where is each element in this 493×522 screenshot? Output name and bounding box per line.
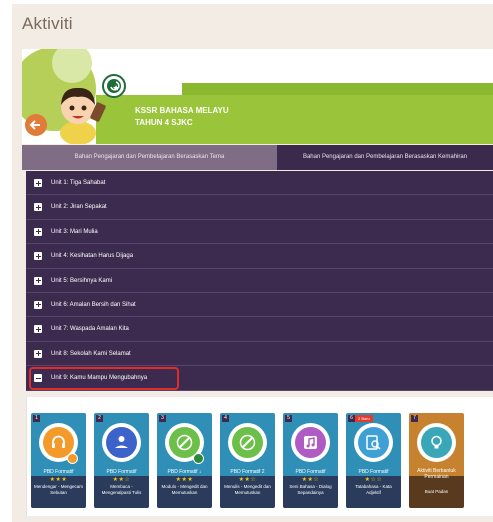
- card-title: Menulis - Mengedit dan Memutuskan: [224, 484, 271, 495]
- card-rating: ★☆☆: [364, 477, 383, 483]
- card-rating: ★★☆: [238, 477, 257, 483]
- unit-list: Unit 1: Tiga Sahabat Unit 2: Jiran Sepak…: [26, 171, 493, 391]
- expand-icon[interactable]: [34, 203, 42, 212]
- unit-row-1[interactable]: Unit 1: Tiga Sahabat: [26, 171, 493, 196]
- card-title: Mendengar - Mengecam Sebutan: [33, 484, 84, 495]
- unit-label: Unit 2: Jiran Sepakat: [51, 204, 107, 211]
- activity-cards: 1 PBD Formatif ★★★ Mendengar - Mengecam …: [26, 397, 493, 516]
- course-subject-title: KSSR BAHASA MELAYU: [135, 106, 229, 115]
- unit-label: Unit 9: Kamu Mampu Mengubahnya: [51, 375, 148, 382]
- card-title: Buat Padan: [424, 489, 449, 494]
- card-type: Aktiviti Berbantuk Permainan: [417, 468, 456, 480]
- course-subject: KSSR BAHASA MELAYU TAHUN 4 SJKC: [135, 105, 229, 129]
- unit-label: Unit 4: Kesihatan Harus Dijaga: [51, 253, 134, 260]
- expand-icon[interactable]: [34, 227, 42, 236]
- expand-icon[interactable]: [34, 349, 42, 358]
- activity-card-1[interactable]: 1 PBD Formatif ★★★ Mendengar - Mengecam …: [31, 413, 86, 508]
- card-icon-ring: [417, 423, 456, 462]
- activity-card-2[interactable]: 2 PBD Formatif ★★☆ Membaca - Mengenalpas…: [94, 413, 149, 508]
- card-icon-ring: [102, 423, 141, 462]
- collapse-icon[interactable]: [34, 374, 42, 383]
- tab-theme-based[interactable]: Bahan Pengajaran dan Pembelajaran Berasa…: [22, 145, 277, 170]
- card-rating: ★★★: [175, 477, 194, 483]
- unit-row-6[interactable]: Unit 6: Amalan Bersih dan Sihat: [26, 292, 493, 318]
- card-number: 2: [96, 415, 103, 422]
- search-doc-icon: [358, 427, 389, 458]
- card-number: 1: [33, 415, 40, 422]
- card-title: Seni Bahasa - Dialog Sepandainya: [289, 484, 332, 495]
- card-title: Membaca - Mengenalpasti Tulis: [101, 484, 142, 495]
- activity-card-4[interactable]: 4 PBD Formatif 2 ★★☆ Menulis - Mengedit …: [220, 413, 275, 508]
- reading-icon: [106, 427, 137, 458]
- audio-sub-icon: [67, 453, 78, 464]
- student-mascot-icon: [48, 81, 108, 144]
- unit-row-3[interactable]: Unit 3: Mari Mulia: [26, 219, 493, 245]
- card-type: PBD Formatif: [43, 469, 74, 475]
- expand-icon[interactable]: [34, 179, 42, 187]
- card-number: 6: [348, 415, 355, 422]
- expand-icon[interactable]: [34, 252, 42, 261]
- card-rating: ★★☆: [301, 477, 320, 483]
- unit-row-4[interactable]: Unit 4: Kesihatan Harus Dijaga: [26, 244, 493, 269]
- expand-icon[interactable]: [34, 300, 42, 309]
- unit-row-2[interactable]: Unit 2: Jiran Sepakat: [26, 195, 493, 220]
- back-arrow-icon[interactable]: [25, 114, 47, 136]
- card-type: PBD Formatif: [106, 469, 137, 475]
- card-title: Tatabahasa - Kata Adjektif: [355, 484, 392, 495]
- card-icon-ring: [354, 423, 393, 462]
- material-tabs: Bahan Pengajaran dan Pembelajaran Berasa…: [22, 145, 493, 170]
- card-type: PBD Formatif: [358, 469, 389, 475]
- lightbulb-icon: [421, 427, 452, 458]
- unit-label: Unit 5: Bersihnya Kami: [51, 277, 113, 284]
- expand-icon[interactable]: [34, 325, 42, 334]
- card-type: PBD Formatif 2: [230, 469, 265, 475]
- unit-label: Unit 1: Tiga Sahabat: [51, 180, 106, 186]
- card-title: Modulo - Mengedit dan Memutuskan: [161, 484, 208, 495]
- unit-label: Unit 6: Amalan Bersih dan Sihat: [51, 301, 136, 308]
- unit-label: Unit 7: Waspada Amalan Kita: [51, 326, 129, 333]
- card-rating: ★★★: [49, 477, 68, 483]
- page-title: Aktiviti: [22, 14, 73, 33]
- unit-row-7[interactable]: Unit 7: Waspada Amalan Kita: [26, 317, 493, 342]
- music-icon: [295, 427, 326, 458]
- new-badge: 2 Baru: [355, 415, 373, 422]
- tab-skill-based[interactable]: Bahan Pengajaran dan Pembelajaran Berasa…: [277, 145, 493, 170]
- activities-frame: Aktiviti KSSR BAHASA MELAYU TAHUN 4 SJKC…: [12, 4, 493, 522]
- edit-icon: [232, 427, 263, 458]
- card-number: 3: [159, 415, 166, 422]
- card-type: PBD Formatif ↓: [167, 469, 202, 475]
- activity-card-6[interactable]: 6 2 Baru PBD Formatif ★☆☆ Tatabahasa - K…: [346, 413, 401, 508]
- unit-row-9[interactable]: Unit 9: Kamu Mampu Mengubahnya: [26, 366, 493, 391]
- card-icon-ring: [291, 423, 330, 462]
- unit-label: Unit 8: Sekolah Kami Selamat: [51, 350, 131, 357]
- expand-icon[interactable]: [34, 276, 42, 285]
- card-number: 4: [222, 415, 229, 422]
- activity-card-3[interactable]: 3 PBD Formatif ↓ ★★★ Modulo - Mengedit d…: [157, 413, 212, 508]
- card-icon-ring: [228, 423, 267, 462]
- card-number: 5: [285, 415, 292, 422]
- unit-row-5[interactable]: Unit 5: Bersihnya Kami: [26, 268, 493, 293]
- card-rating: ★★☆: [112, 477, 131, 483]
- activity-card-5[interactable]: 5 PBD Formatif ★★☆ Seni Bahasa - Dialog …: [283, 413, 338, 508]
- course-banner: KSSR BAHASA MELAYU TAHUN 4 SJKC: [22, 49, 493, 144]
- card-number: 7: [411, 415, 418, 422]
- play-sub-icon: [193, 453, 204, 464]
- unit-label: Unit 3: Mari Mulia: [51, 228, 98, 235]
- course-subject-grade: TAHUN 4 SJKC: [135, 118, 193, 127]
- activity-card-7[interactable]: 7 Aktiviti Berbantuk Permainan Buat Pada…: [409, 413, 464, 508]
- unit-row-8[interactable]: Unit 8: Sekolah Kami Selamat: [26, 341, 493, 367]
- card-type: PBD Formatif: [295, 469, 326, 475]
